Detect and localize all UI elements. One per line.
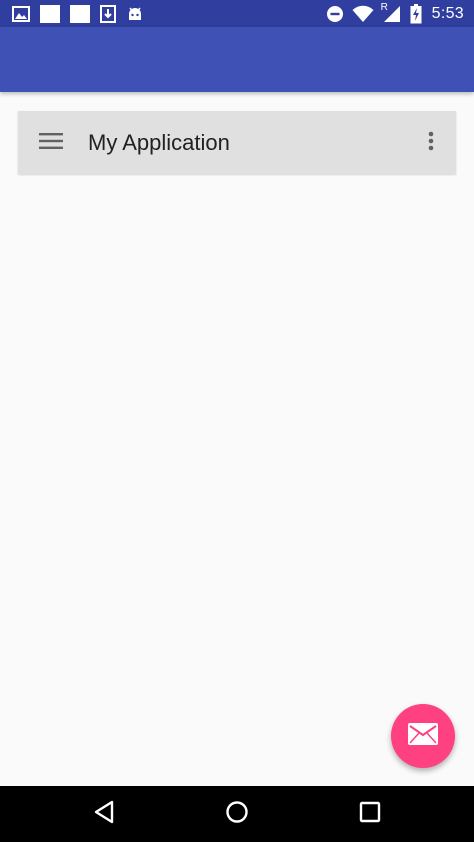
do-not-disturb-icon xyxy=(326,5,344,23)
battery-charging-icon xyxy=(410,4,422,24)
home-button[interactable] xyxy=(207,786,267,842)
back-icon xyxy=(93,800,115,829)
home-icon xyxy=(225,800,249,829)
recents-icon xyxy=(359,801,381,828)
white-square-icon xyxy=(40,5,60,23)
overflow-menu-button[interactable] xyxy=(416,126,446,160)
more-vert-icon xyxy=(428,131,434,156)
status-bar: R 5:53 xyxy=(0,0,474,27)
wifi-icon xyxy=(352,5,374,23)
hamburger-menu-icon xyxy=(39,132,63,155)
toolbar-card: My Application xyxy=(18,111,456,174)
app-bar xyxy=(0,27,474,92)
toolbar-title: My Application xyxy=(88,130,230,155)
image-icon xyxy=(12,6,30,22)
hamburger-menu-button[interactable] xyxy=(34,126,68,160)
signal-icon: R xyxy=(380,2,402,23)
roaming-indicator: R xyxy=(380,2,388,13)
status-clock: 5:53 xyxy=(431,5,464,22)
screen: R 5:53 My Application xyxy=(0,0,474,842)
android-icon xyxy=(126,6,144,22)
download-icon xyxy=(100,5,116,23)
mail-icon xyxy=(408,722,438,750)
system-icons: R 5:53 xyxy=(326,2,464,24)
compose-mail-fab[interactable] xyxy=(391,704,455,768)
white-square-icon xyxy=(70,5,90,23)
notification-icons xyxy=(12,4,144,24)
recents-button[interactable] xyxy=(340,786,400,842)
back-button[interactable] xyxy=(74,786,134,842)
navigation-bar xyxy=(0,786,474,842)
